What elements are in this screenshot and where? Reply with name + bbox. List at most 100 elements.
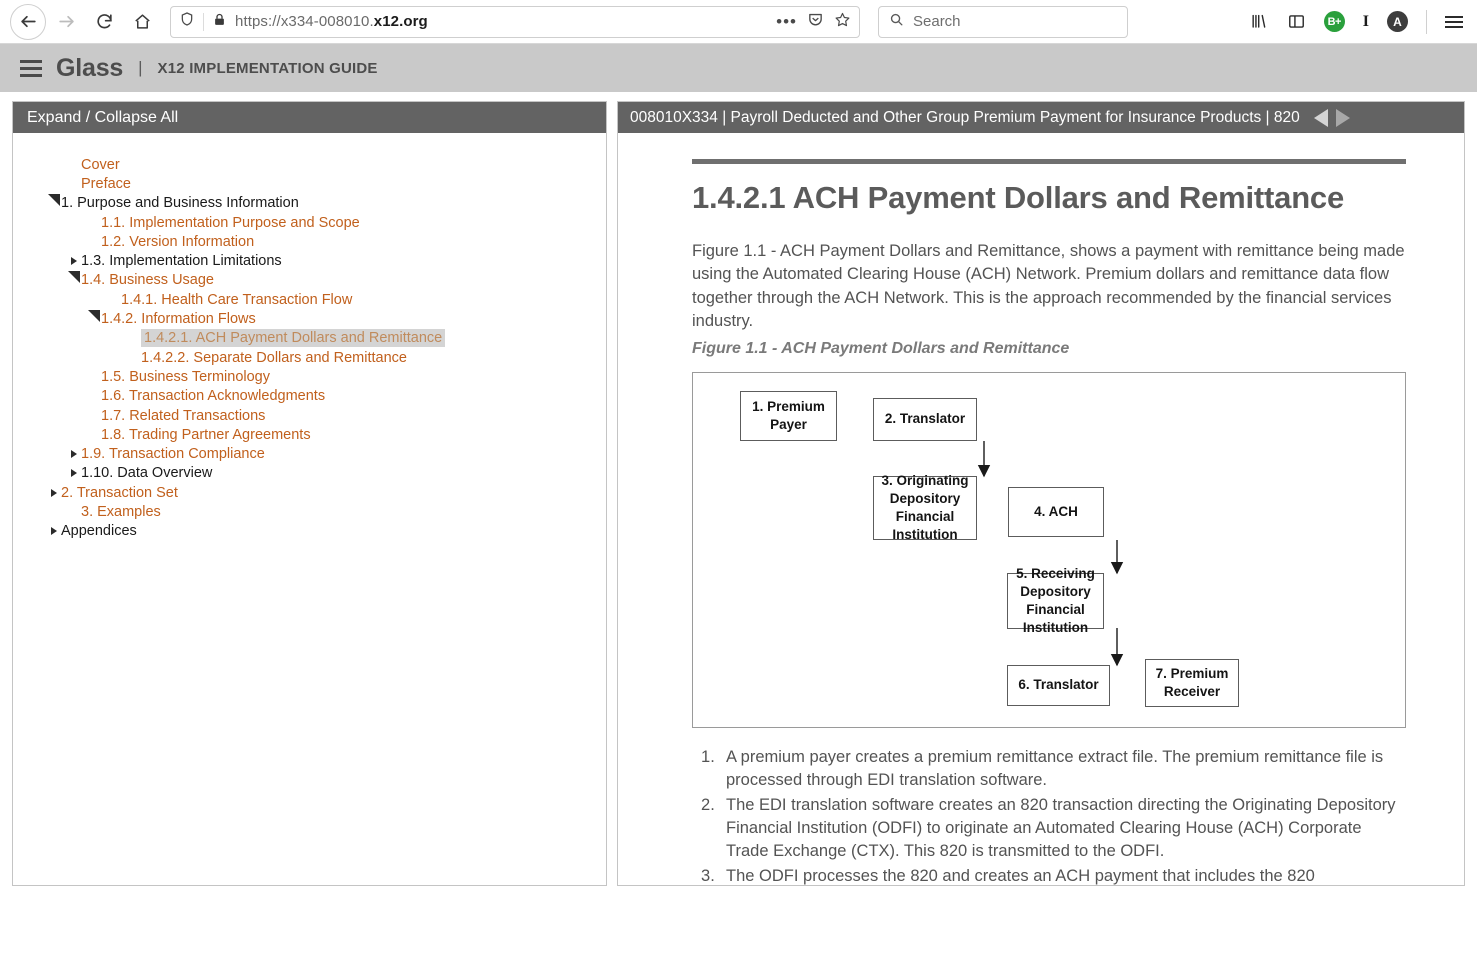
step-item: A premium payer creates a premium remitt…	[701, 746, 1384, 790]
sidebar-item[interactable]: Preface	[13, 174, 606, 193]
figure-1-1-diagram: 1. Premium Payer 2. Translator 3. Origin…	[692, 371, 1406, 728]
sidebar-item-label: 1.3. Implementation Limitations	[81, 253, 282, 270]
steps-list: A premium payer creates a premium remitt…	[692, 746, 1406, 885]
lock-icon[interactable]	[212, 12, 227, 32]
sidebar-item[interactable]: 1.4.2.1. ACH Payment Dollars and Remitta…	[13, 329, 606, 348]
sidebar-item-label: Appendices	[61, 523, 137, 540]
back-button[interactable]	[10, 3, 46, 40]
document-title: 008010X334 | Payroll Deducted and Other …	[630, 108, 1300, 126]
diagram-node-4: 4. ACH	[1008, 486, 1104, 537]
star-icon[interactable]	[834, 11, 851, 33]
sidebar-item-label: 1.7. Related Transactions	[101, 407, 266, 424]
intro-paragraph: Figure 1.1 - ACH Payment Dollars and Rem…	[692, 242, 1405, 331]
hamburger-menu-icon[interactable]	[1445, 15, 1463, 28]
diagram-node-7: 7. Premium Receiver	[1145, 658, 1239, 707]
sidebar-item[interactable]: Cover	[13, 155, 606, 174]
library-icon[interactable]	[1250, 12, 1269, 31]
home-icon	[133, 12, 152, 31]
forward-button[interactable]	[48, 4, 84, 40]
sidebar-panel: Expand / Collapse All Cover Preface 1. Pur…	[12, 101, 607, 886]
pocket-icon[interactable]	[807, 11, 824, 33]
sidebar-item[interactable]: 1.9. Transaction Compliance	[13, 444, 606, 463]
sidebar-item-label: 2. Transaction Set	[61, 484, 178, 501]
sidebar-item-label: Preface	[81, 175, 131, 192]
sidebar-item[interactable]: 3. Examples	[13, 502, 606, 521]
urlbar-divider	[203, 12, 204, 31]
content-panel: 008010X334 | Payroll Deducted and Other …	[617, 101, 1465, 886]
reload-icon	[95, 12, 114, 31]
sidebar-item[interactable]: 2. Transaction Set	[13, 483, 606, 502]
chevron-down-icon[interactable]	[67, 271, 81, 286]
sidebar-item[interactable]: 1.6. Transaction Acknowledgments	[13, 387, 606, 406]
home-button[interactable]	[124, 4, 160, 40]
step-item: The ODFI processes the 820 and creates a…	[701, 865, 1315, 885]
page-title: 1.4.2.1 ACH Payment Dollars and Remittan…	[692, 180, 1345, 215]
extension-badge-bitwarden[interactable]: B+	[1323, 11, 1345, 32]
search-icon	[889, 12, 904, 32]
sidebar-item-label: 1.4.2.2. Separate Dollars and Remittance	[141, 349, 407, 366]
sidebar-item[interactable]: 1.4.2. Information Flows	[13, 309, 606, 328]
sidebar-item-label: 3. Examples	[81, 503, 161, 520]
url-text: https://x334-008010.x12.org	[235, 13, 768, 30]
step-item: The EDI translation software creates an …	[701, 794, 1396, 861]
sidebar-item[interactable]: 1.8. Trading Partner Agreements	[13, 425, 606, 444]
sidebar-item[interactable]: 1.1. Implementation Purpose and Scope	[13, 213, 606, 232]
brand-title: Glass	[56, 53, 124, 82]
figure-caption: Figure 1.1 - ACH Payment Dollars and Rem…	[692, 339, 1070, 357]
sidebar-item[interactable]: 1.4. Business Usage	[13, 271, 606, 290]
next-arrow-icon[interactable]	[1335, 108, 1350, 127]
chevron-right-icon[interactable]	[47, 488, 61, 497]
browser-extension-area: B+ I A	[1250, 9, 1467, 34]
navigation-tree: Cover Preface 1. Purpose and Business Info…	[13, 133, 606, 885]
sidebar-item[interactable]: Appendices	[13, 522, 606, 541]
heading-rule	[692, 159, 1406, 164]
sidebar-item[interactable]: 1.3. Implementation Limitations	[13, 251, 606, 270]
sidebar-item-label: 1.2. Version Information	[101, 233, 255, 250]
sidebar-item-label: 1.4. Business Usage	[81, 272, 214, 289]
ellipsis-icon[interactable]: •••	[776, 13, 797, 30]
browser-toolbar: https://x334-008010.x12.org ••• Search B…	[0, 0, 1477, 44]
sidebar-item[interactable]: 1.4.2.2. Separate Dollars and Remittance	[13, 348, 606, 367]
extension-italic-icon[interactable]: I	[1363, 13, 1369, 31]
url-host: x12.org	[373, 13, 428, 30]
url-prefix: https://x334-008010.	[235, 13, 374, 30]
chevron-right-icon[interactable]	[47, 527, 61, 536]
document-scroll-area[interactable]: 1.4.2.1 ACH Payment Dollars and Remittan…	[618, 133, 1464, 885]
chevron-right-icon[interactable]	[67, 450, 81, 459]
sidebar-item[interactable]: 1.4.1. Health Care Transaction Flow	[13, 290, 606, 309]
sidebar-item[interactable]: 1.7. Related Transactions	[13, 406, 606, 425]
sidebar-item-label: Cover	[81, 156, 120, 173]
shield-icon[interactable]	[179, 11, 195, 32]
account-avatar-icon[interactable]: A	[1387, 11, 1408, 32]
reload-button[interactable]	[86, 4, 122, 40]
chevron-right-icon[interactable]	[67, 257, 81, 266]
sidebar-item-label: 1.4.1. Health Care Transaction Flow	[121, 291, 353, 308]
sidebar-item[interactable]: 1. Purpose and Business Information	[13, 194, 606, 213]
sidebar-item[interactable]: 1.2. Version Information	[13, 232, 606, 251]
expand-collapse-all-button[interactable]: Expand / Collapse All	[13, 102, 606, 133]
diagram-node-5: 5. Receiving Depository Financial Instit…	[1007, 566, 1104, 635]
search-placeholder: Search	[913, 13, 961, 30]
sidebar-icon[interactable]	[1287, 12, 1306, 31]
chevron-right-icon[interactable]	[67, 469, 81, 478]
diagram-node-6: 6. Translator	[1007, 664, 1110, 706]
diagram-node-2: 2. Translator	[873, 397, 977, 441]
address-bar[interactable]: https://x334-008010.x12.org •••	[170, 5, 860, 38]
sidebar-item[interactable]: 1.10. Data Overview	[13, 464, 606, 483]
chevron-down-icon[interactable]	[47, 194, 61, 209]
sidebar-item-label: 1.5. Business Terminology	[101, 368, 270, 385]
sidebar-item[interactable]: 1.5. Business Terminology	[13, 367, 606, 386]
app-menu-hamburger-icon[interactable]	[20, 59, 42, 77]
sidebar-item-label: 1.8. Trading Partner Agreements	[101, 426, 311, 443]
app-header: Glass | X12 IMPLEMENTATION GUIDE	[0, 44, 1477, 92]
back-arrow-icon	[19, 12, 38, 31]
browser-search-box[interactable]: Search	[878, 5, 1128, 38]
previous-arrow-icon[interactable]	[1313, 108, 1328, 127]
page-body: Expand / Collapse All Cover Preface 1. Pur…	[0, 92, 1477, 954]
diagram-node-1: 1. Premium Payer	[740, 390, 837, 441]
sidebar-item-label: 1.1. Implementation Purpose and Scope	[101, 214, 360, 231]
sidebar-item-label: 1. Purpose and Business Information	[61, 195, 299, 212]
document-nav-arrows	[1313, 108, 1350, 127]
chevron-down-icon[interactable]	[87, 310, 101, 325]
diagram-node-3: 3. Originating Depository Financial Inst…	[873, 473, 977, 542]
